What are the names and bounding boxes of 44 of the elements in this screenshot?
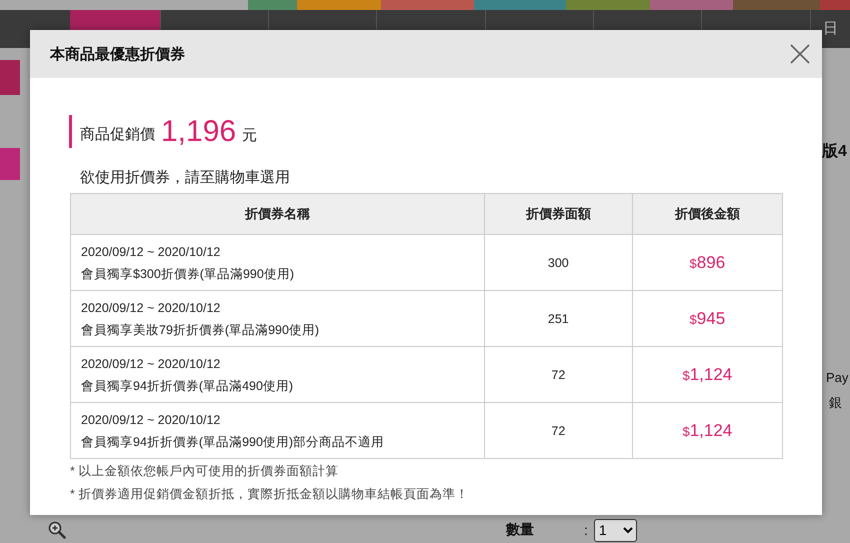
payment-text: 銀 [829,394,842,412]
coupon-period: 2020/09/12 ~ 2020/10/12 [81,244,222,260]
coupon-name: 會員獨享94折折價券(單品滿990使用)部分商品不適用 [81,434,386,451]
table-cell: 300 [484,234,632,290]
price-amount: 1,196 [161,114,236,148]
table-cell: 72 [484,402,632,458]
coupon-period: 2020/09/12 ~ 2020/10/12 [81,412,222,428]
table-cell: $896 [632,234,782,290]
footnote: * 折價券適用促銷價金額折抵，實際折抵金額以購物車結帳頁面為準！ [70,486,470,503]
quantity-label: 數量 [506,521,534,539]
category-tab[interactable] [0,60,20,95]
coupon-period: 2020/09/12 ~ 2020/10/12 [81,356,222,372]
dialog-title: 本商品最優惠折價券 [50,44,185,64]
coupon-hint: 欲使用折價券，請至購物車選用 [80,168,291,187]
separator-text: : [584,522,588,538]
column-header: 折價券面額 [484,194,632,234]
column-header: 折價後金額 [632,194,782,234]
color-tab[interactable] [732,0,820,10]
color-tab[interactable] [566,0,650,10]
color-tab[interactable] [381,0,474,10]
color-tab[interactable] [474,0,566,10]
currency-unit: 元 [242,126,258,145]
category-tab[interactable] [0,148,20,180]
footnote: * 以上金額依您帳戶內可使用的折價券面額計算 [70,463,340,480]
color-tab[interactable] [650,0,733,10]
table-cell: $1,124 [632,402,782,458]
color-tab[interactable] [248,0,297,10]
column-header: 折價券名稱 [70,194,484,234]
payment-text: Pay [826,370,848,385]
zoom-in-icon[interactable] [48,521,66,539]
table-cell: 72 [484,346,632,402]
heading-text: 版4 [822,142,847,162]
coupon-name: 會員獨享$300折價券(單品滿990使用) [81,266,295,283]
color-tab[interactable] [296,0,382,10]
table-cell: 251 [484,290,632,346]
color-tab[interactable] [820,0,850,10]
coupon-name: 會員獨享94折折價券(單品滿490使用) [81,378,294,395]
coupon-name: 會員獨享美妝79折折價券(單品滿990使用) [81,322,320,339]
quantity-select[interactable]: 1 [594,518,637,542]
close-icon[interactable] [790,44,810,64]
table-cell: $945 [632,290,782,346]
price-label: 商品促銷價 [80,125,155,144]
table-cell: $1,124 [632,346,782,402]
coupon-period: 2020/09/12 ~ 2020/10/12 [81,300,222,316]
